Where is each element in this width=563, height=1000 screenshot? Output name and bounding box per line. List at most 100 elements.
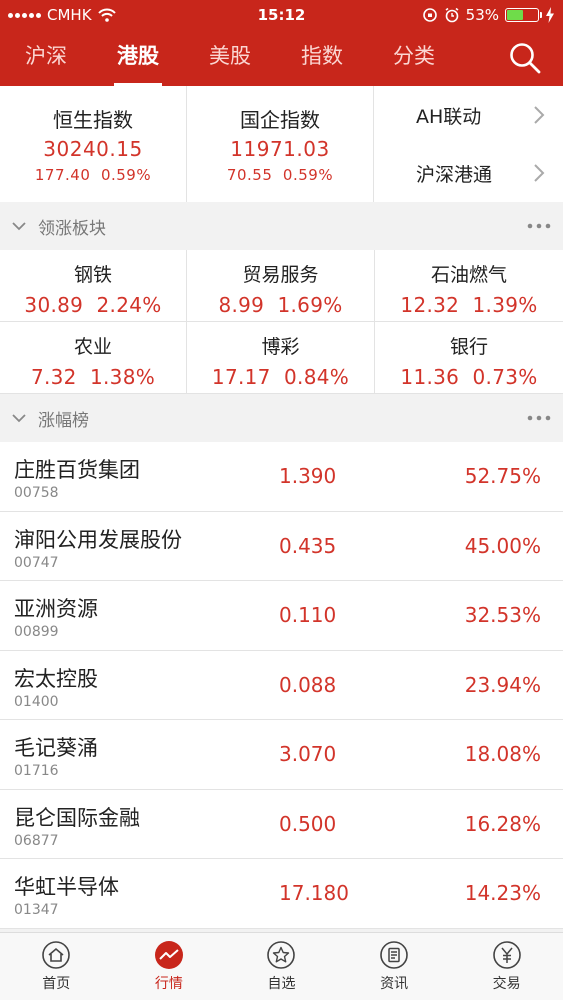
sector-price: 12.32 [400,293,460,317]
tab-indices[interactable]: 指数 [276,30,368,86]
index-hscei[interactable]: 国企指数 11971.03 70.55 0.59% [187,86,374,202]
stock-row[interactable]: 庄胜百货集团 00758 1.390 52.75% [0,442,563,512]
more-icon[interactable] [527,415,551,421]
link-stock-connect[interactable]: 沪深港通 [374,144,563,202]
market-chart-icon [154,941,183,969]
stock-row[interactable]: 宏太控股 01400 0.088 23.94% [0,651,563,720]
sector-pct: 2.24% [96,293,162,317]
app-header: CMHK 15:12 53% 沪深 港股 美股 指数 分类 [0,0,563,86]
sector-card[interactable]: 贸易服务 8.99 1.69% [187,250,375,322]
stock-row[interactable]: 华虹半导体 01347 17.180 14.23% [0,859,563,929]
stock-price: 3.070 [279,742,337,766]
stock-row[interactable]: 昆仑国际金融 06877 0.500 16.28% [0,790,563,859]
stock-change-pct: 45.00% [464,533,541,558]
stock-row[interactable]: 毛记葵涌 01716 3.070 18.08% [0,720,563,790]
sector-value: 11.36 0.73% [375,365,563,389]
orientation-lock-icon [422,8,437,22]
tab-categories[interactable]: 分类 [368,30,460,86]
nav-label: 首页 [42,976,71,992]
carrier-label: CMHK [47,6,92,24]
index-change: 70.55 0.59% [187,166,373,184]
index-name: 恒生指数 [53,108,133,132]
sector-name: 钢铁 [73,264,112,286]
sector-value: 8.99 1.69% [187,293,374,317]
top-gainers-list: 庄胜百货集团 00758 1.390 52.75% 渖阳公用发展股份 00747… [0,442,563,929]
status-left: CMHK [8,6,116,24]
nav-news[interactable]: 资讯 [338,933,451,1000]
sector-price: 11.36 [400,365,460,389]
sector-pct: 1.38% [90,365,156,389]
section-title: 涨幅榜 [38,410,89,431]
sector-name: 银行 [449,336,488,358]
link-ah-linkage[interactable]: AH联动 [374,86,563,144]
nav-label: 资讯 [380,976,409,992]
status-right: 53% [422,6,555,24]
charging-icon [546,7,554,23]
tab-us-stocks[interactable]: 美股 [184,30,276,86]
tab-hk-stocks[interactable]: 港股 [92,30,184,86]
battery-level [507,10,523,20]
chevron-right-icon [534,106,545,124]
home-icon [42,941,71,969]
stock-code: 01400 [14,693,59,710]
stock-name: 毛记葵涌 [14,736,98,760]
index-change-points: 177.40 [34,166,91,184]
nav-home[interactable]: 首页 [0,933,113,1000]
stock-row[interactable]: 渖阳公用发展股份 00747 0.435 45.00% [0,512,563,581]
battery-icon [505,8,542,22]
sector-card[interactable]: 银行 11.36 0.73% [375,322,563,394]
sector-price: 17.17 [211,365,271,389]
sector-card[interactable]: 农业 7.32 1.38% [0,322,187,394]
stock-code: 06877 [14,832,59,849]
stock-code: 00899 [14,624,59,640]
index-hang-seng[interactable]: 恒生指数 30240.15 177.40 0.59% [0,86,187,202]
trade-yuan-icon [492,941,521,969]
sector-card[interactable]: 钢铁 30.89 2.24% [0,250,187,322]
sector-value: 7.32 1.38% [0,365,186,389]
stock-row[interactable]: 亚洲资源 00899 0.110 32.53% [0,581,563,651]
stock-price: 0.110 [279,603,337,627]
status-bar: CMHK 15:12 53% [0,0,563,30]
sector-name: 博彩 [261,336,300,358]
sector-name: 贸易服务 [242,264,319,286]
stock-code: 01716 [14,763,59,779]
market-tabs: 沪深 港股 美股 指数 分类 [0,30,563,86]
sector-price: 30.89 [24,293,84,317]
sector-value: 12.32 1.39% [375,293,563,317]
stock-change-pct: 14.23% [464,881,541,905]
sector-value: 30.89 2.24% [0,293,186,317]
nav-watchlist[interactable]: 自选 [225,933,338,1000]
news-icon [380,941,408,969]
sector-card[interactable]: 石油燃气 12.32 1.39% [375,250,563,322]
link-label: AH联动 [416,105,482,128]
nav-market[interactable]: 行情 [113,933,226,1000]
more-icon[interactable] [527,223,551,229]
stock-name: 宏太控股 [14,666,98,691]
sector-price: 8.99 [218,293,265,317]
stock-change-pct: 18.08% [464,742,541,766]
nav-trade[interactable]: 交易 [450,933,563,1000]
tab-hushen[interactable]: 沪深 [0,30,92,86]
battery-percent: 53% [465,6,499,24]
index-value: 11971.03 [230,137,330,161]
sector-name: 石油燃气 [430,264,507,286]
chevron-down-icon [12,414,26,423]
sector-name: 农业 [73,336,112,358]
search-icon[interactable] [507,40,543,76]
index-change-pct: 0.59% [100,166,152,184]
stock-price: 17.180 [279,881,349,905]
nav-label: 交易 [492,976,521,992]
sector-pct: 0.84% [284,365,350,389]
index-value: 30240.15 [43,137,143,161]
sector-card[interactable]: 博彩 17.17 0.84% [187,322,375,394]
stock-price: 0.435 [279,533,337,558]
section-header-sectors[interactable]: 领涨板块 [0,202,563,250]
sector-value: 17.17 0.84% [187,365,374,389]
alarm-icon [445,7,459,23]
sector-pct: 0.73% [472,365,538,389]
quick-links: AH联动 沪深港通 [374,86,563,202]
stock-name: 庄胜百货集团 [14,458,140,482]
section-header-gainers[interactable]: 涨幅榜 [0,394,563,442]
chevron-right-icon [534,164,545,182]
stock-name: 亚洲资源 [14,597,98,621]
